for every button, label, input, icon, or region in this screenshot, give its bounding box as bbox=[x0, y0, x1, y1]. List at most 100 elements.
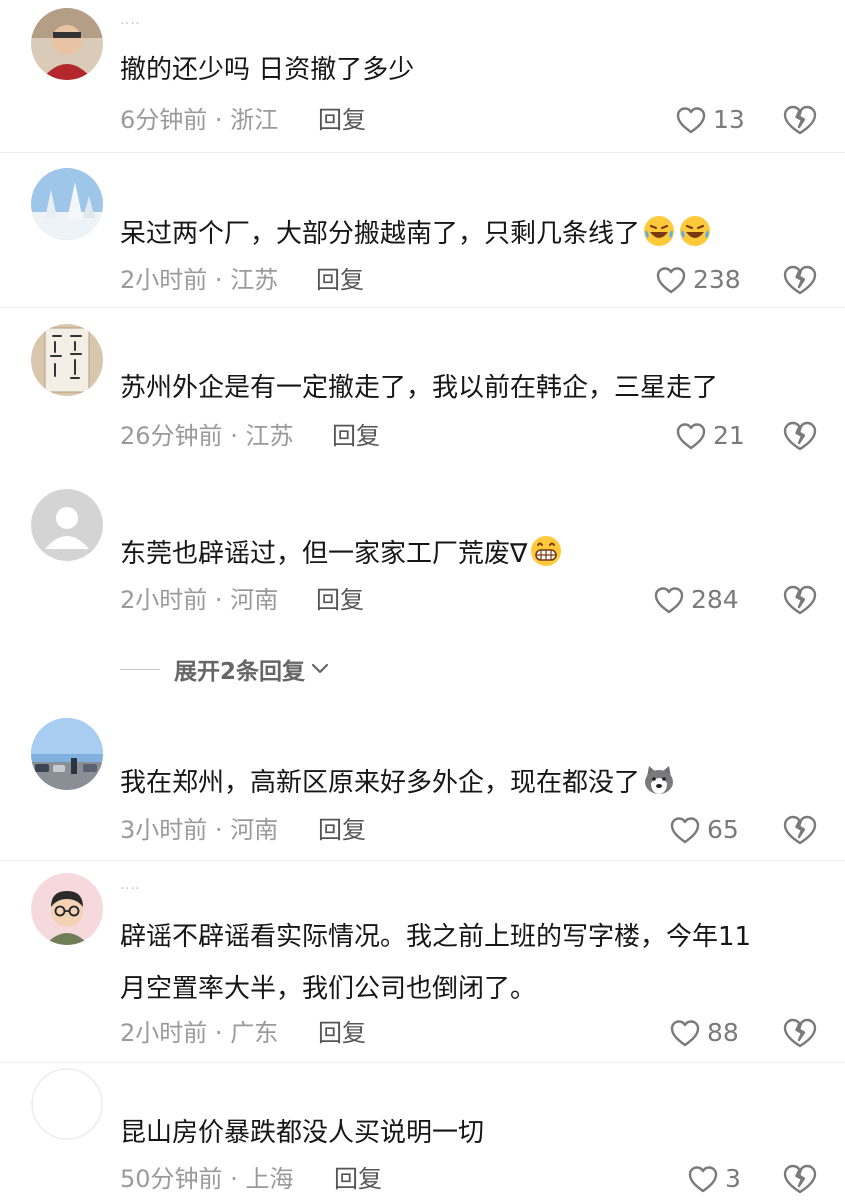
dislike-button[interactable] bbox=[782, 1162, 818, 1196]
avatar[interactable] bbox=[31, 8, 103, 80]
broken-heart-icon bbox=[783, 265, 817, 295]
divider bbox=[0, 1062, 845, 1063]
reply-button[interactable]: 回复 bbox=[318, 103, 366, 137]
comment-time: 3小时前 bbox=[120, 816, 208, 844]
heart-outline-icon bbox=[676, 423, 706, 450]
meta-separator: · bbox=[214, 816, 223, 844]
avatar[interactable] bbox=[31, 1068, 103, 1140]
comment-text: 撤的还少吗 日资撤了多少 bbox=[120, 44, 815, 96]
reply-button[interactable]: 回复 bbox=[318, 1016, 366, 1050]
comment-text-content: 东莞也辟谣过，但一家家工厂荒废∇ bbox=[120, 539, 528, 569]
comment-text-line: 月空置率大半，我们公司也倒闭了。 bbox=[120, 974, 537, 1004]
dislike-button[interactable] bbox=[782, 419, 818, 453]
comment-location: 上海 bbox=[245, 1165, 294, 1193]
comment-meta: 2小时前 · 广东 bbox=[120, 1016, 278, 1050]
expand-replies-button[interactable]: 展开2条回复 bbox=[120, 652, 331, 686]
like-count: 13 bbox=[713, 105, 745, 134]
meta-separator: · bbox=[214, 266, 223, 294]
heart-outline-icon bbox=[688, 1166, 718, 1193]
divider bbox=[0, 860, 845, 861]
dislike-button[interactable] bbox=[782, 583, 818, 617]
like-button[interactable]: 21 bbox=[675, 419, 745, 453]
comment-text: 苏州外企是有一定撤走了，我以前在韩企，三星走了 bbox=[120, 362, 815, 414]
comment-time: 2小时前 bbox=[120, 586, 208, 614]
comment-meta: 3小时前 · 河南 bbox=[120, 813, 278, 847]
avatar[interactable] bbox=[31, 873, 103, 945]
username[interactable]: ‥‥ bbox=[120, 877, 141, 893]
username[interactable]: ‥‥ bbox=[120, 12, 141, 28]
meta-separator: · bbox=[214, 586, 223, 614]
avatar[interactable] bbox=[31, 324, 103, 396]
dislike-button[interactable] bbox=[782, 103, 818, 137]
chevron-down-icon bbox=[311, 663, 329, 674]
comment-time: 6分钟前 bbox=[120, 106, 208, 134]
broken-heart-icon bbox=[783, 1018, 817, 1048]
comment-text-content: 我在郑州，高新区原来好多外企，现在都没了 bbox=[120, 768, 641, 798]
comment-meta: 6分钟前 · 浙江 bbox=[120, 103, 278, 137]
avatar[interactable] bbox=[31, 168, 103, 240]
heart-outline-icon bbox=[654, 587, 684, 614]
like-count: 88 bbox=[707, 1018, 739, 1047]
comment-location: 广东 bbox=[230, 1019, 279, 1047]
comment-text: 我在郑州，高新区原来好多外企，现在都没了 bbox=[120, 757, 815, 809]
broken-heart-icon bbox=[783, 585, 817, 615]
reply-button[interactable]: 回复 bbox=[334, 1162, 382, 1196]
broken-heart-icon bbox=[783, 815, 817, 845]
comment-time: 50分钟前 bbox=[120, 1165, 223, 1193]
grin-emoji bbox=[531, 536, 562, 566]
reply-button[interactable]: 回复 bbox=[332, 419, 380, 453]
dislike-button[interactable] bbox=[782, 263, 818, 297]
like-button[interactable]: 284 bbox=[653, 583, 739, 617]
comment-meta: 2小时前 · 江苏 bbox=[120, 263, 278, 297]
reply-button[interactable]: 回复 bbox=[318, 813, 366, 847]
avatar[interactable] bbox=[31, 718, 103, 790]
avatar[interactable] bbox=[31, 489, 103, 561]
comment-text-line: 辟谣不辟谣看实际情况。我之前上班的写字楼，今年11 bbox=[120, 922, 752, 952]
comment-list: ‥‥ 撤的还少吗 日资撤了多少 6分钟前 · 浙江 回复 13 呆过两个厂，大部… bbox=[0, 0, 845, 1200]
comment-time: 2小时前 bbox=[120, 266, 208, 294]
comment-location: 河南 bbox=[230, 586, 279, 614]
like-count: 3 bbox=[725, 1164, 741, 1193]
comment-meta: 50分钟前 · 上海 bbox=[120, 1162, 293, 1196]
meta-separator: · bbox=[230, 1165, 238, 1193]
heart-outline-icon bbox=[676, 107, 706, 134]
meta-separator: · bbox=[214, 106, 223, 134]
comment-text-content: 撤的还少吗 日资撤了多少 bbox=[120, 55, 415, 85]
like-button[interactable]: 13 bbox=[675, 103, 745, 137]
expand-replies-label: 展开2条回复 bbox=[174, 659, 306, 685]
broken-heart-icon bbox=[783, 421, 817, 451]
comment-time: 26分钟前 bbox=[120, 422, 223, 450]
dislike-button[interactable] bbox=[782, 1016, 818, 1050]
broken-heart-icon bbox=[783, 105, 817, 135]
meta-separator: · bbox=[230, 422, 238, 450]
like-count: 21 bbox=[713, 421, 745, 450]
like-button[interactable]: 238 bbox=[655, 263, 741, 297]
broken-heart-icon bbox=[783, 1164, 817, 1194]
comment-text-content: 呆过两个厂，大部分搬越南了，只剩几条线了 bbox=[120, 219, 641, 249]
rofl-emoji bbox=[680, 216, 711, 246]
comment-text: 呆过两个厂，大部分搬越南了，只剩几条线了 bbox=[120, 208, 815, 260]
like-button[interactable]: 88 bbox=[669, 1016, 739, 1050]
divider bbox=[0, 307, 845, 308]
reply-button[interactable]: 回复 bbox=[316, 263, 364, 297]
dislike-button[interactable] bbox=[782, 813, 818, 847]
like-count: 238 bbox=[693, 265, 741, 294]
rofl-emoji bbox=[644, 216, 675, 246]
comment-text: 东莞也辟谣过，但一家家工厂荒废∇ bbox=[120, 528, 815, 580]
like-button[interactable]: 3 bbox=[687, 1162, 741, 1196]
husky-emoji bbox=[645, 766, 674, 794]
comment-location: 浙江 bbox=[230, 106, 279, 134]
comment-text: 昆山房价暴跌都没人买说明一切 bbox=[120, 1107, 815, 1159]
reply-button[interactable]: 回复 bbox=[316, 583, 364, 617]
comment-location: 河南 bbox=[230, 816, 279, 844]
comment-text: 辟谣不辟谣看实际情况。我之前上班的写字楼，今年11 月空置率大半，我们公司也倒闭… bbox=[120, 911, 815, 1015]
expand-divider-line bbox=[120, 668, 160, 670]
heart-outline-icon bbox=[670, 817, 700, 844]
comment-meta: 2小时前 · 河南 bbox=[120, 583, 278, 617]
heart-outline-icon bbox=[656, 267, 686, 294]
like-button[interactable]: 65 bbox=[669, 813, 739, 847]
heart-outline-icon bbox=[670, 1020, 700, 1047]
comment-location: 江苏 bbox=[230, 266, 279, 294]
like-count: 284 bbox=[691, 585, 739, 614]
comment-time: 2小时前 bbox=[120, 1019, 208, 1047]
